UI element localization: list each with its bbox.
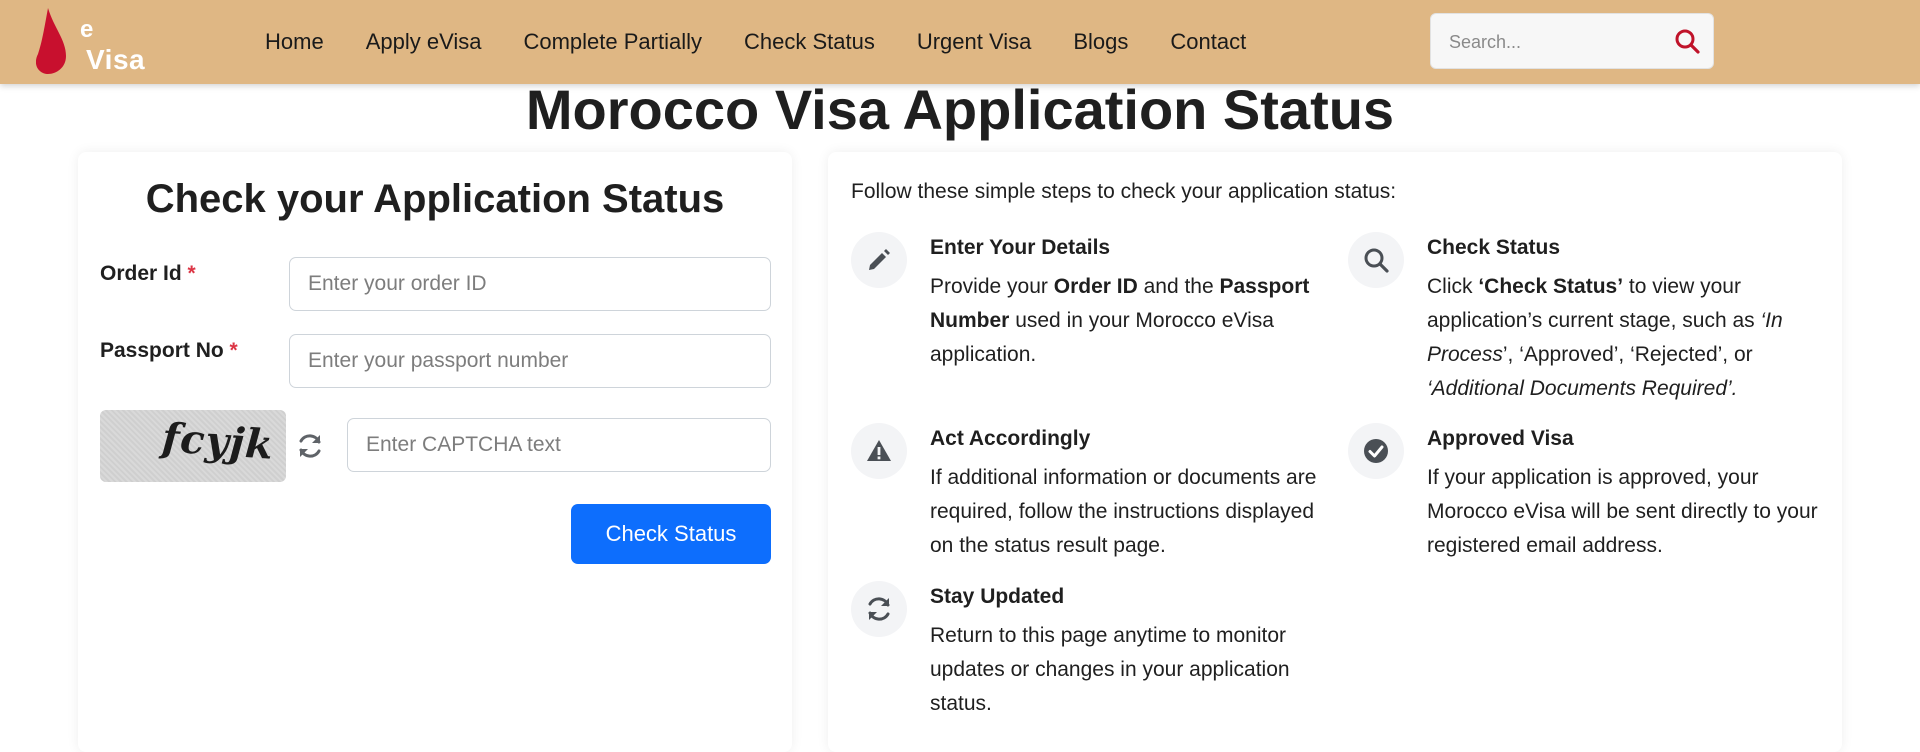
passport-number-input[interactable] — [289, 334, 771, 388]
refresh-icon — [851, 581, 907, 637]
nav-urgent-visa[interactable]: Urgent Visa — [917, 29, 1032, 55]
search-box — [1430, 13, 1714, 70]
status-form-card: Check your Application Status Order Id *… — [78, 152, 792, 752]
step-description: Provide your Order ID and the Passport N… — [930, 275, 1310, 366]
steps-card: Follow these simple steps to check your … — [828, 152, 1842, 752]
search-icon — [1348, 232, 1404, 288]
steps-intro: Follow these simple steps to check your … — [851, 180, 1397, 203]
page-title: Morocco Visa Application Status — [525, 78, 1395, 141]
order-id-label-text: Order Id — [100, 262, 182, 285]
nav-apply-evisa[interactable]: Apply eVisa — [366, 29, 482, 55]
nav-contact[interactable]: Contact — [1170, 29, 1246, 55]
step-description: If your application is approved, your Mo… — [1427, 466, 1818, 557]
nav-home[interactable]: Home — [265, 29, 324, 55]
passport-label-text: Passport No — [100, 339, 224, 362]
check-circle-icon — [1348, 423, 1404, 479]
step-description: If additional information or documents a… — [930, 466, 1317, 557]
nav-complete-partially[interactable]: Complete Partially — [523, 29, 702, 55]
step-title: Approved Visa — [1427, 427, 1574, 450]
step-title: Act Accordingly — [930, 427, 1091, 450]
order-id-input[interactable] — [289, 257, 771, 311]
pencil-icon — [851, 232, 907, 288]
step-description: Click ‘Check Status’ to view your applic… — [1427, 275, 1783, 400]
logo-e: e — [80, 16, 94, 43]
logo-visa: Visa — [86, 44, 146, 75]
refresh-captcha-icon[interactable] — [296, 432, 324, 460]
step-title: Check Status — [1427, 236, 1561, 259]
passport-label: Passport No * — [100, 339, 238, 363]
site-logo[interactable]: e Visa — [36, 6, 145, 76]
captcha-text: fcyjk — [160, 414, 276, 469]
nav-check-status[interactable]: Check Status — [744, 29, 875, 55]
check-status-button[interactable]: Check Status — [571, 504, 771, 564]
required-marker: * — [229, 339, 238, 362]
captcha-image: fcyjk — [100, 410, 286, 482]
top-navbar: e Visa Home Apply eVisa Complete Partial… — [0, 0, 1920, 84]
order-id-label: Order Id * — [100, 262, 196, 286]
search-input[interactable] — [1447, 14, 1661, 70]
main-nav: Home Apply eVisa Complete Partially Chec… — [265, 0, 1246, 84]
step-title: Stay Updated — [930, 585, 1065, 608]
form-title: Check your Application Status — [145, 177, 725, 221]
required-marker: * — [187, 262, 196, 285]
captcha-input[interactable] — [347, 418, 771, 472]
nav-blogs[interactable]: Blogs — [1073, 29, 1128, 55]
search-icon[interactable] — [1674, 28, 1700, 54]
step-title: Enter Your Details — [930, 236, 1111, 259]
warning-icon — [851, 423, 907, 479]
step-description: Return to this page anytime to monitor u… — [930, 624, 1290, 715]
